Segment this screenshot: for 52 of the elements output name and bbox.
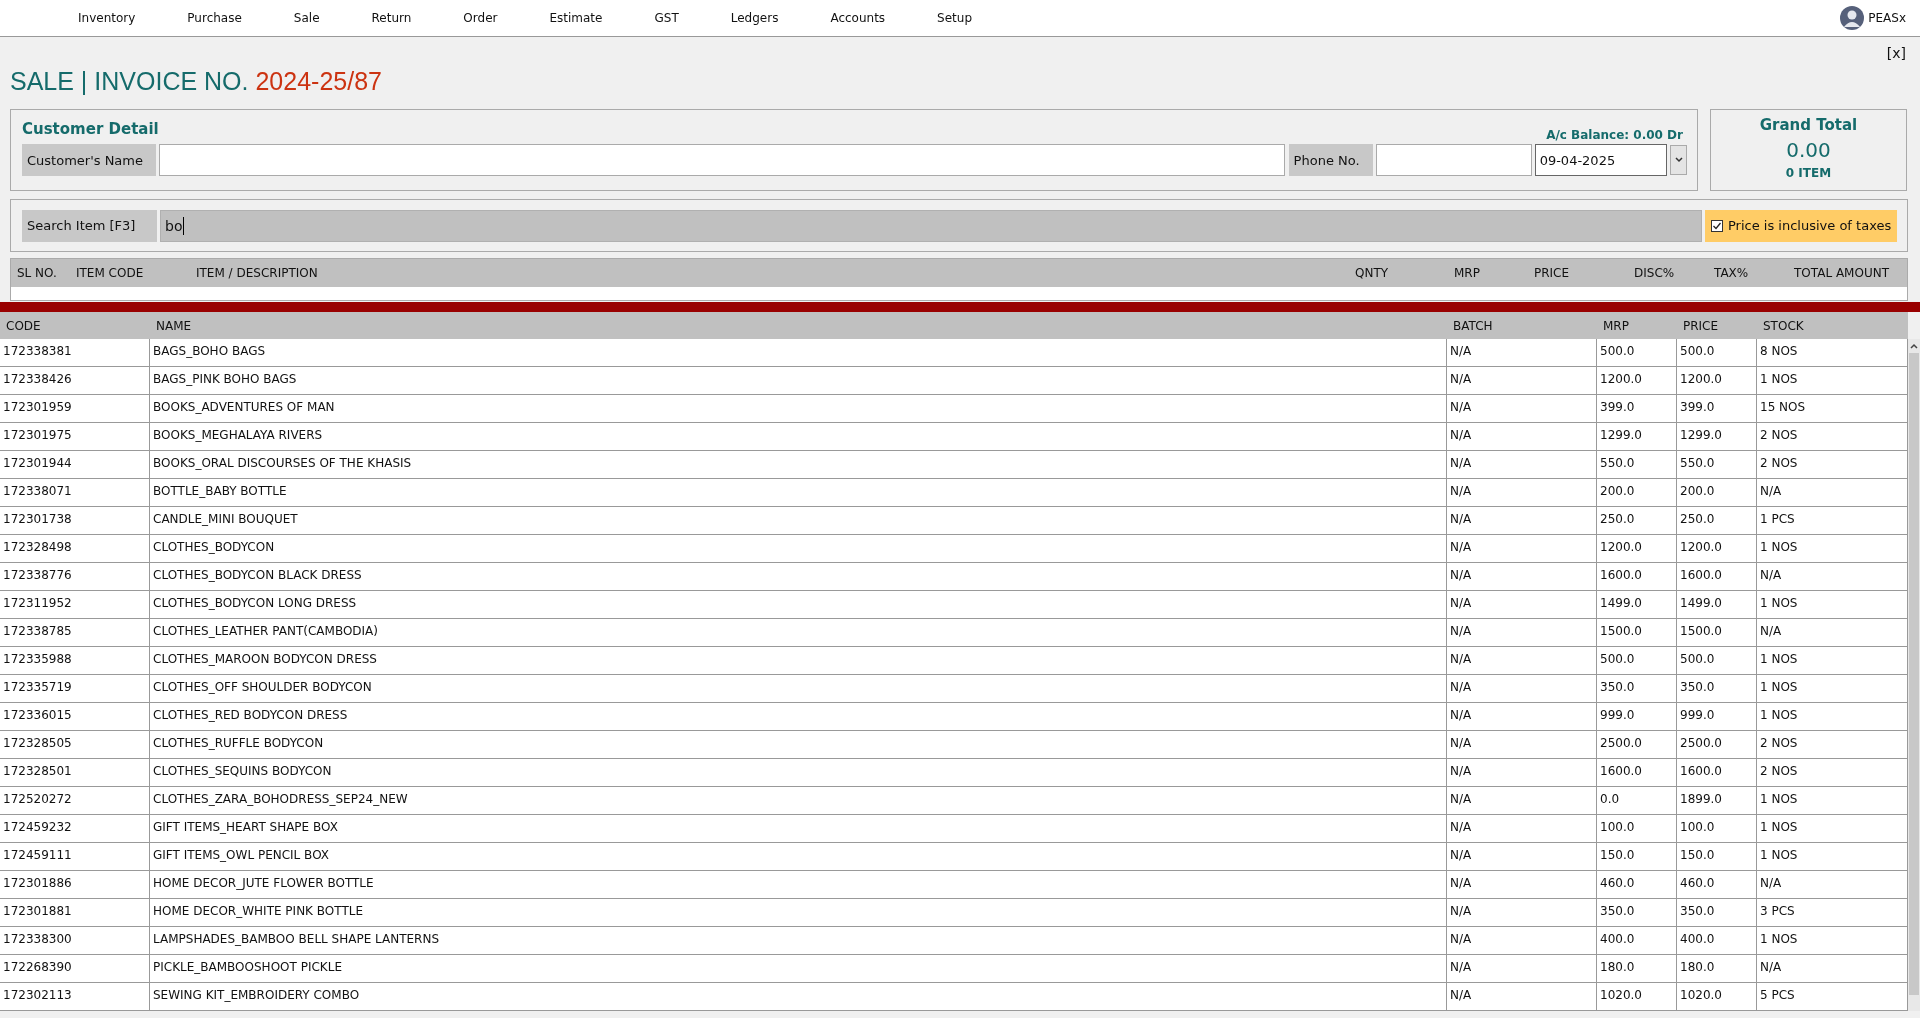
column-header: SL NO. <box>17 266 58 280</box>
column-header: NAME <box>155 318 193 333</box>
menu-item[interactable]: Order <box>459 9 502 27</box>
column-header: BATCH <box>1452 318 1494 333</box>
field-label: Customer's Name <box>22 144 157 176</box>
close-button[interactable]: [x] <box>1886 45 1906 65</box>
column-header: DISC% <box>1634 266 1676 280</box>
chevron-down-icon <box>1674 157 1683 163</box>
scroll-up-icon[interactable] <box>1909 341 1919 351</box>
grand-total-heading: Grand Total <box>1759 116 1858 134</box>
column-header: TAX% <box>1714 266 1750 280</box>
column-header: ITEM CODE <box>76 266 145 280</box>
menu-item[interactable]: Ledgers <box>726 9 783 27</box>
search-field[interactable]: bo <box>160 209 1702 242</box>
table-cell: 172302113 <box>0 983 150 1011</box>
dropdown-button[interactable] <box>1670 145 1687 175</box>
table-cell: 1020.0 <box>1597 983 1677 1011</box>
account-balance: A/c Balance: 0.00 Dr <box>1546 128 1683 142</box>
column-header: CODE <box>5 318 42 333</box>
table-cell: N/A <box>1447 983 1597 1011</box>
menu-item[interactable]: Return <box>367 9 416 27</box>
column-header: ITEM / DESCRIPTION <box>196 266 319 280</box>
column-header: STOCK <box>1762 318 1805 333</box>
column-header: MRP <box>1602 318 1630 333</box>
table-cell: 1020.0 <box>1677 983 1757 1011</box>
column-header: QNTY <box>1355 266 1390 280</box>
menu-item[interactable]: Purchase <box>183 9 246 27</box>
column-header: MRP <box>1454 266 1481 280</box>
column-header: TOTAL AMOUNT <box>1794 266 1890 280</box>
item-count: 0 ITEM <box>1785 166 1832 180</box>
table-cell: SEWING KIT_EMBROIDERY COMBO <box>150 983 1447 1011</box>
menu-item[interactable]: GST <box>650 9 683 27</box>
menu-item[interactable]: Accounts <box>826 9 890 27</box>
check-icon <box>1712 220 1722 231</box>
menu-item[interactable]: Inventory <box>74 9 140 27</box>
menu-item[interactable]: Estimate <box>545 9 607 27</box>
column-header: PRICE <box>1682 318 1720 333</box>
customer-name-field[interactable] <box>159 144 1285 176</box>
field-label: Search Item [F3] <box>22 209 157 242</box>
user-name[interactable]: PEASx <box>1868 11 1906 25</box>
field-label: Phone No. <box>1288 144 1374 176</box>
price-inclusive-checkbox[interactable]: Price is inclusive of taxes <box>1705 209 1897 242</box>
phone-field[interactable] <box>1376 144 1532 176</box>
menu-item[interactable]: Setup <box>933 9 977 27</box>
date-field[interactable]: 09-04-2025 <box>1534 144 1668 176</box>
invoice-title: SALE | INVOICE NO. 2024-25/87 <box>9 66 383 97</box>
user-avatar-icon <box>1840 6 1865 30</box>
column-header: PRICE <box>1534 266 1571 280</box>
grand-total-amount: 0.00 <box>1786 138 1831 162</box>
scrollbar[interactable] <box>1908 339 1920 1011</box>
section-heading: Customer Detail <box>22 120 159 138</box>
menu-item[interactable]: Sale <box>289 9 324 27</box>
